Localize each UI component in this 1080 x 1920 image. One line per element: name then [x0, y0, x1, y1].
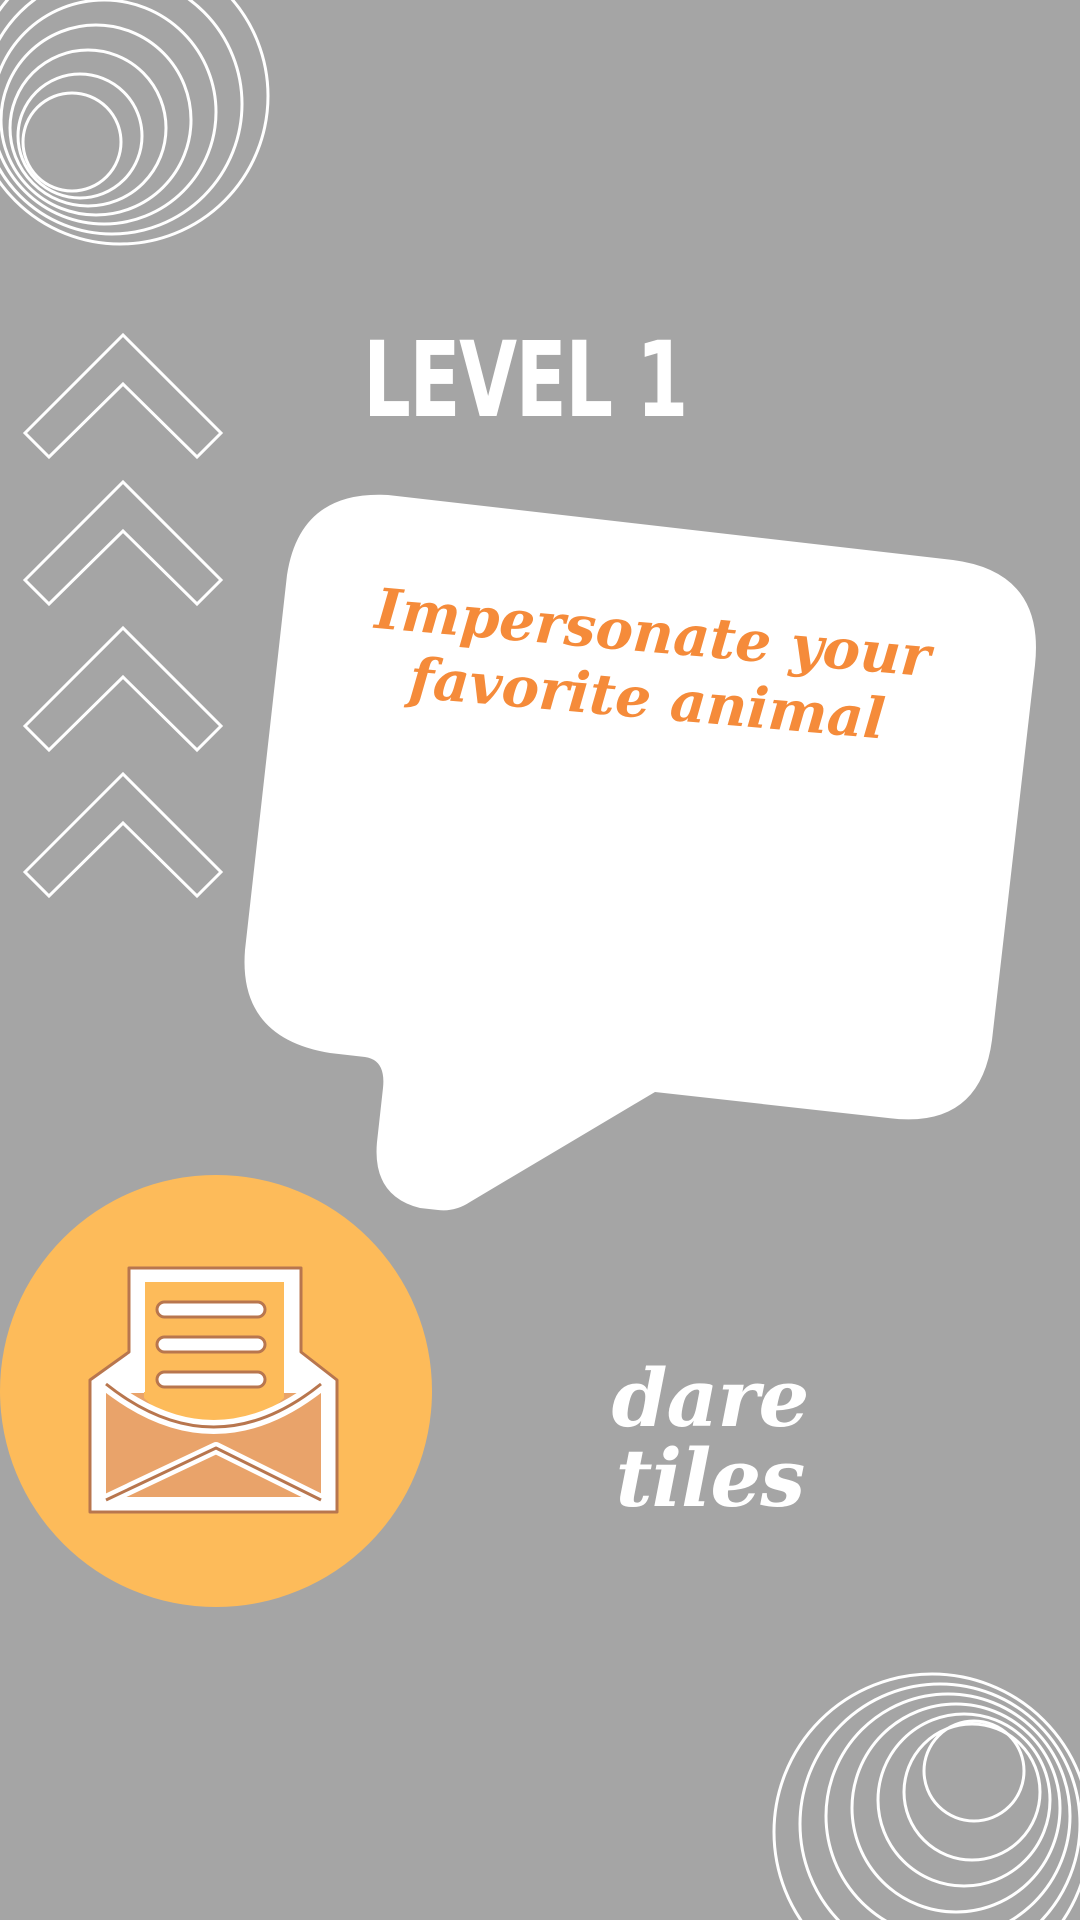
level-title: LEVEL 1 — [363, 319, 688, 441]
dare-card: LEVEL 1 Impersonate your favorite animal… — [0, 0, 1080, 1920]
card-artwork — [0, 0, 1080, 1920]
brand-name: dare tiles — [611, 1351, 810, 1525]
